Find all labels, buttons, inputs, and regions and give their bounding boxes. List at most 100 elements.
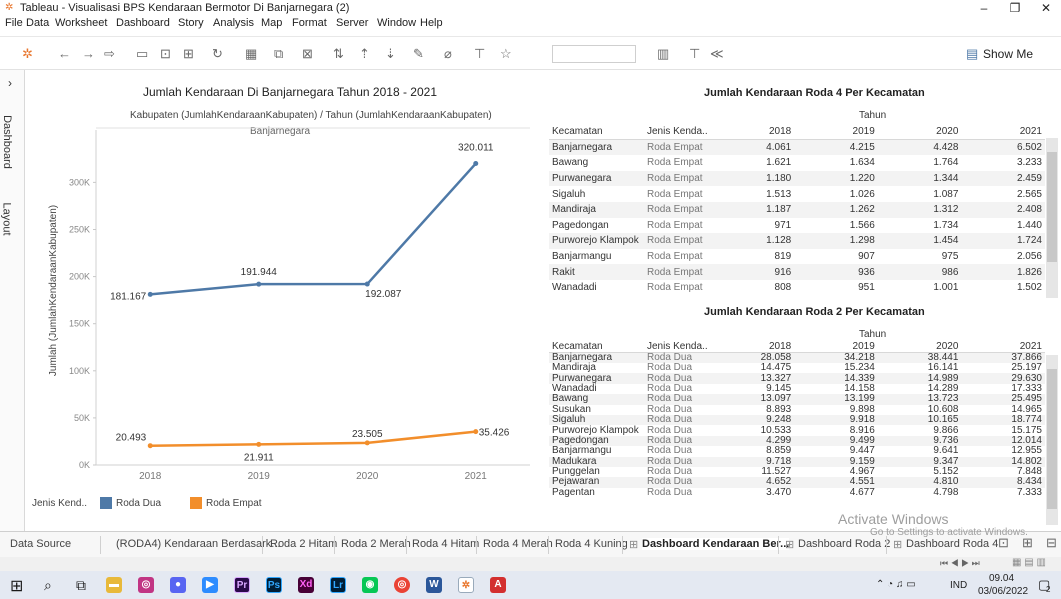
chrome-icon[interactable]: ◎ xyxy=(394,577,410,593)
column-header[interactable]: 2018 xyxy=(710,342,795,353)
table-row[interactable]: Mandiraja Roda Dua 14.475 15.234 16.141 25.19… xyxy=(549,362,1045,374)
windows-start-icon[interactable]: ⊞ xyxy=(10,576,23,596)
column-header[interactable]: 2019 xyxy=(794,342,878,353)
table-row[interactable]: Purwanegara Roda Empat 1.180 1.220 1.344 2.45… xyxy=(549,170,1045,187)
clock-time[interactable]: 09.04 xyxy=(989,573,1014,584)
show-me-button[interactable]: Show Me xyxy=(983,47,1033,61)
table-row[interactable]: Wanadadi Roda Dua 9.145 14.158 14.289 17.333 xyxy=(549,383,1045,395)
table-row[interactable]: Sigaluh Roda Empat 1.513 1.026 1.087 2.565 xyxy=(549,186,1045,202)
pin-icon[interactable]: ☆ xyxy=(500,46,512,62)
column-header[interactable]: Kecamatan xyxy=(549,124,644,141)
table-row[interactable]: Banjarmangu Roda Empat 819 907 975 2.056 xyxy=(549,248,1045,265)
menu-map[interactable]: Map xyxy=(261,17,282,29)
sheet-tab[interactable]: Roda 2 Hitam xyxy=(270,538,337,550)
lightroom-icon[interactable]: Lr xyxy=(330,577,346,593)
scroll-thumb[interactable] xyxy=(1047,152,1057,262)
label-icon[interactable]: ⊤ xyxy=(474,46,485,62)
menu-data[interactable]: Data xyxy=(26,17,49,29)
photoshop-icon[interactable]: Ps xyxy=(266,577,282,593)
column-header[interactable]: 2018 xyxy=(710,124,795,141)
word-icon[interactable]: W xyxy=(426,577,442,593)
tab-data-source[interactable]: Data Source xyxy=(10,538,71,550)
column-header[interactable]: 2021 xyxy=(961,124,1045,141)
column-header[interactable]: Jenis Kenda.. xyxy=(644,124,711,141)
swap-icon[interactable]: ⇅ xyxy=(333,46,344,62)
table-row[interactable]: Bawang Roda Empat 1.621 1.634 1.764 3.233 xyxy=(549,155,1045,171)
tray-icons[interactable]: ⌃ ◔ ♫ ▭ xyxy=(876,579,916,590)
tableau-taskbar-icon[interactable]: ✲ xyxy=(458,577,474,593)
highlight-icon[interactable]: ✎ xyxy=(413,46,424,62)
expand-pane-icon[interactable]: › xyxy=(8,76,12,90)
column-header[interactable]: Jenis Kenda.. xyxy=(644,342,711,353)
clock-date[interactable]: 03/06/2022 xyxy=(978,586,1028,597)
table-row[interactable]: Pagentan Roda Dua 3.470 4.677 4.798 7.333 xyxy=(549,487,1045,499)
task-view-icon[interactable]: ⧉ xyxy=(76,577,86,594)
column-header[interactable]: 2019 xyxy=(794,124,878,141)
column-header[interactable]: Kecamatan xyxy=(549,342,644,353)
instagram-icon[interactable]: ◎ xyxy=(138,577,154,593)
refresh-icon[interactable]: ↻ xyxy=(212,46,223,62)
fit-dropdown[interactable] xyxy=(552,45,636,63)
show-me-icon[interactable]: ▤ xyxy=(966,46,978,62)
sheet-tab[interactable]: Dashboard Roda 4 xyxy=(906,538,998,550)
table-row[interactable]: Madukara Roda Dua 9.718 9.159 9.347 14.802 xyxy=(549,456,1045,467)
group-icon[interactable]: ⌀ xyxy=(444,46,452,62)
table-row[interactable]: Banjarnegara Roda Dua 28.058 34.218 38.441 37… xyxy=(549,352,1045,363)
xd-icon[interactable]: Xd xyxy=(298,577,314,593)
menu-format[interactable]: Format xyxy=(292,17,327,29)
table-row[interactable]: Wanadadi Roda Empat 808 951 1.001 1.502 xyxy=(549,279,1045,296)
menu-file[interactable]: File xyxy=(5,17,23,29)
table-row[interactable]: Pejawaran Roda Dua 4.652 4.551 4.810 8.434 xyxy=(549,477,1045,488)
premiere-icon[interactable]: Pr xyxy=(234,577,250,593)
scroll-thumb[interactable] xyxy=(1047,369,1057,509)
table-row[interactable]: Sigaluh Roda Dua 9.248 9.918 10.165 18.774 xyxy=(549,414,1045,426)
sheet-tab[interactable]: Roda 4 Merah xyxy=(483,538,553,550)
view-mode-icons[interactable]: ▦ ▤ ▥ xyxy=(1012,557,1046,568)
sheet-tab[interactable]: Roda 4 Kuning xyxy=(555,538,628,550)
column-header[interactable]: 2020 xyxy=(877,342,962,353)
show-cards-icon[interactable]: ▥ xyxy=(657,46,669,62)
sheet-tab[interactable]: Dashboard Roda 2 xyxy=(798,538,890,550)
sheet-nav-icons[interactable]: ⏮ ◀ ▶ ⏭ xyxy=(940,558,980,569)
table-row[interactable]: Banjarnegara Roda Empat 4.061 4.215 4.428 6.5… xyxy=(549,139,1045,156)
discord-icon[interactable]: ● xyxy=(170,577,186,593)
sheet-tab[interactable]: (RODA4) Kendaraan Berdasark... xyxy=(116,538,280,550)
save-icon[interactable]: ▭ xyxy=(136,46,148,62)
table-row[interactable]: Purworejo Klampok Roda Dua 10.533 8.916 9.86… xyxy=(549,425,1045,436)
pause-updates-icon[interactable]: ⊞ xyxy=(183,46,194,62)
undo-icon[interactable]: ← xyxy=(58,46,71,61)
menu-help[interactable]: Help xyxy=(420,17,443,29)
table-row[interactable]: Rakit Roda Empat 916 936 986 1.826 xyxy=(549,264,1045,280)
menu-worksheet[interactable]: Worksheet xyxy=(55,17,107,29)
table-row[interactable]: Pagedongan Roda Empat 971 1.566 1.734 1.440 xyxy=(549,217,1045,234)
column-header[interactable]: 2021 xyxy=(961,342,1045,353)
redo-icon[interactable]: → xyxy=(82,46,95,61)
sheet-tab-active[interactable]: Dashboard Kendaraan Ber... xyxy=(642,538,790,550)
tableau-home-icon[interactable]: ✲ xyxy=(22,46,33,62)
table-row[interactable]: Susukan Roda Dua 8.893 9.898 10.608 14.965 xyxy=(549,404,1045,415)
column-header[interactable]: 2020 xyxy=(877,124,962,141)
tab-layout[interactable]: Layout xyxy=(1,195,22,245)
table-row[interactable]: Mandiraja Roda Empat 1.187 1.262 1.312 2.408 xyxy=(549,201,1045,218)
table-row[interactable]: Bawang Roda Dua 13.097 13.199 13.723 25.495 xyxy=(549,394,1045,405)
presentation-icon[interactable]: ⊤ xyxy=(689,46,700,62)
line-icon[interactable]: ◉ xyxy=(362,577,378,593)
sort-desc-icon[interactable]: ⇣ xyxy=(385,46,396,62)
share-icon[interactable]: ≪ xyxy=(710,46,724,62)
table-roda-2-scrollbar[interactable] xyxy=(1046,355,1058,525)
menu-window[interactable]: Window xyxy=(377,17,416,29)
sheet-tab[interactable]: Roda 2 Merah xyxy=(341,538,411,550)
new-datasource-icon[interactable]: ⊡ xyxy=(160,46,171,62)
close-button[interactable]: ✕ xyxy=(1036,1,1056,15)
sheet-tab[interactable]: Roda 4 Hitam xyxy=(412,538,479,550)
restore-button[interactable]: ❐ xyxy=(1005,1,1025,15)
tab-dashboard[interactable]: Dashboard xyxy=(1,110,22,180)
table-row[interactable]: Pagedongan Roda Dua 4.299 9.499 9.736 12.014 xyxy=(549,435,1045,447)
new-worksheet-icon[interactable]: ▦ xyxy=(245,46,257,62)
zoom-icon[interactable]: ▶ xyxy=(202,577,218,593)
search-icon[interactable]: ⌕ xyxy=(44,577,52,594)
menu-story[interactable]: Story xyxy=(178,17,204,29)
sort-asc-icon[interactable]: ⇡ xyxy=(359,46,370,62)
menu-server[interactable]: Server xyxy=(336,17,368,29)
minimize-button[interactable]: – xyxy=(974,1,994,15)
